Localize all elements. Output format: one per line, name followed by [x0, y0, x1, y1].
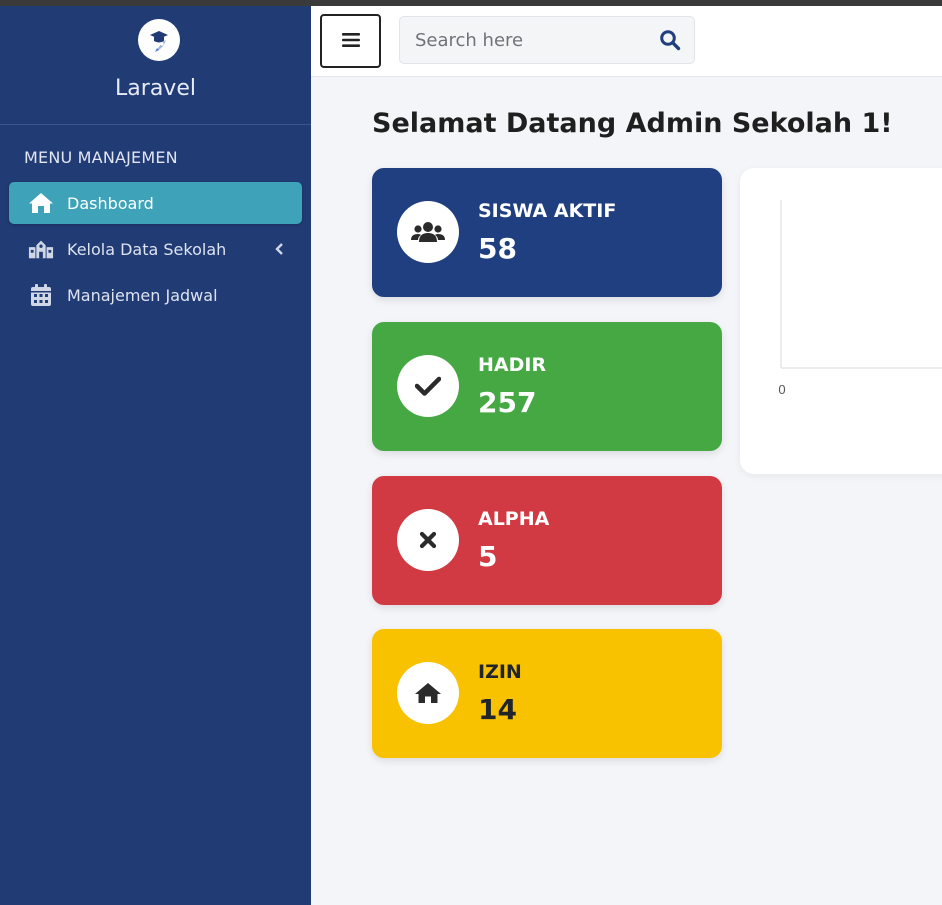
stat-value: 14 — [478, 693, 517, 726]
menu-section-header: MENU MANAJEMEN — [24, 148, 178, 167]
home-icon — [397, 662, 459, 724]
stat-value: 257 — [478, 386, 537, 419]
stat-card-hadir[interactable]: HADIR 257 — [372, 322, 722, 451]
sidebar-item-dashboard[interactable]: Dashboard — [9, 182, 302, 224]
users-icon — [397, 201, 459, 263]
stat-value: 5 — [478, 540, 498, 573]
calendar-icon — [28, 283, 54, 307]
chart-tick-label: 0 — [778, 382, 785, 397]
stat-card-siswa-aktif[interactable]: SISWA AKTIF 58 — [372, 168, 722, 297]
window-top-edge — [0, 0, 942, 6]
times-icon — [397, 509, 459, 571]
sidebar-item-label: Manajemen Jadwal — [67, 285, 218, 305]
search-input[interactable] — [400, 17, 640, 63]
search-box — [399, 16, 695, 64]
stat-label: IZIN — [478, 661, 522, 683]
rocket-graduation-logo-icon — [138, 19, 180, 61]
brand[interactable]: Laravel — [0, 6, 311, 125]
stat-card-alpha[interactable]: ALPHA 5 — [372, 476, 722, 605]
brand-name: Laravel — [115, 76, 196, 101]
hamburger-icon — [341, 32, 360, 51]
home-icon — [28, 191, 54, 215]
sidebar: Laravel MENU MANAJEMEN Dashboard Kelola … — [0, 6, 311, 905]
page-title: Selamat Datang Admin Sekolah 1! — [372, 108, 893, 139]
stat-value: 58 — [478, 232, 517, 265]
check-icon — [397, 355, 459, 417]
topbar — [311, 6, 942, 77]
chart-card: 0 — [740, 168, 942, 474]
stat-label: SISWA AKTIF — [478, 200, 617, 222]
sidebar-item-manajemen-jadwal[interactable]: Manajemen Jadwal — [9, 274, 302, 316]
sidebar-item-label: Kelola Data Sekolah — [67, 239, 227, 259]
chevron-left-icon — [274, 241, 284, 260]
search-icon[interactable] — [658, 28, 682, 52]
sidebar-toggle-button[interactable] — [320, 14, 381, 68]
attendance-chart: 0 — [778, 200, 942, 397]
school-icon — [28, 237, 54, 261]
stat-card-izin[interactable]: IZIN 14 — [372, 629, 722, 758]
sidebar-item-label: Dashboard — [67, 193, 154, 213]
stat-label: ALPHA — [478, 508, 550, 530]
sidebar-item-kelola-data-sekolah[interactable]: Kelola Data Sekolah — [9, 228, 302, 270]
stat-label: HADIR — [478, 354, 547, 376]
